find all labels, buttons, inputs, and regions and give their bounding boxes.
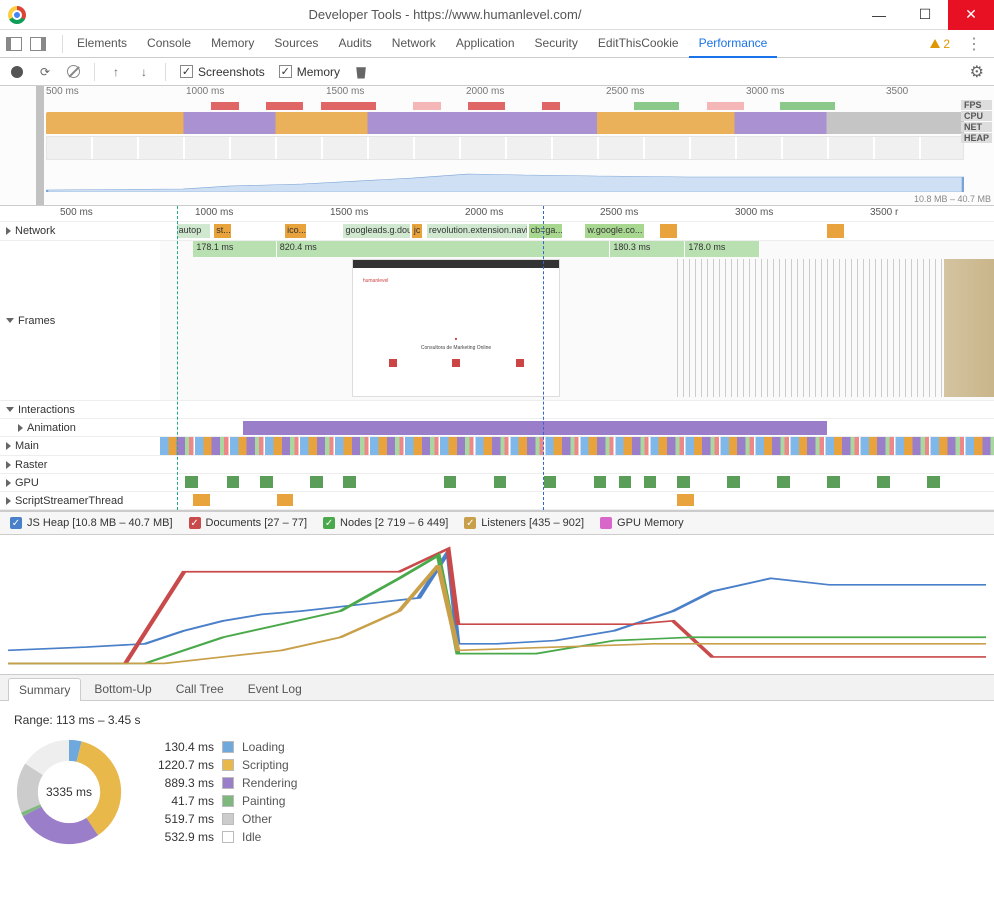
device-toggle-icon[interactable] [30,37,46,51]
memory-legend-item[interactable]: ✓Listeners [435 – 902] [464,517,584,529]
overview-pane[interactable]: 500 ms1000 ms1500 ms2000 ms2500 ms3000 m… [0,86,994,206]
network-request[interactable]: googleads.g.doubl [343,224,410,238]
window-title: Developer Tools - https://www.humanlevel… [34,7,856,22]
reload-button[interactable] [38,65,52,79]
overview-time-axis: 500 ms1000 ms1500 ms2000 ms2500 ms3000 m… [0,86,994,100]
tab-performance[interactable]: Performance [689,30,778,58]
record-button[interactable] [10,65,24,79]
frame-bar[interactable]: 180.3 ms [610,241,685,257]
frame-bar[interactable]: 178.0 ms [685,241,760,257]
clear-button[interactable] [66,65,80,79]
memory-chart[interactable] [0,535,994,675]
overview-lane-labels: FPSCPUNETHEAP [961,100,992,144]
network-request[interactable]: ico... [285,224,306,238]
tab-application[interactable]: Application [446,30,525,58]
details-tab-summary[interactable]: Summary [8,678,81,701]
flamechart-pane[interactable]: 500 ms1000 ms1500 ms2000 ms2500 ms3000 m… [0,206,994,511]
save-profile-button[interactable] [137,65,151,79]
frame-bar[interactable]: 178.1 ms [193,241,276,257]
memory-legend: ✓JS Heap [10.8 MB – 40.7 MB] ✓Documents [… [0,511,994,535]
minimize-button[interactable]: — [856,0,902,30]
network-request[interactable]: jc [412,224,422,238]
summary-legend-row: 532.9 msIdle [144,830,297,844]
network-request[interactable]: cb=ga... [529,224,562,238]
warning-count: 2 [943,37,950,51]
perf-toolbar: ✓ Screenshots ✓ Memory ⚙ [0,58,994,86]
overview-cpu-row [46,112,964,134]
details-tab-bottom-up[interactable]: Bottom-Up [83,677,162,700]
marker-fcp [177,206,178,510]
overview-fps-row [46,102,964,110]
network-request[interactable] [660,224,677,238]
flame-row-main: Main [0,437,994,456]
memory-legend-item[interactable]: ✓Nodes [2 719 – 6 449] [323,517,448,529]
flame-row-interactions: Interactions [0,401,994,419]
screenshots-checkbox[interactable]: ✓ [180,65,193,78]
tab-security[interactable]: Security [525,30,588,58]
overview-heap-range: 10.8 MB – 40.7 MB [914,194,991,204]
network-request[interactable]: st... [214,224,231,238]
warnings-indicator[interactable]: 2 [930,37,950,51]
chrome-icon [8,6,26,24]
flame-row-frames: Frames humanlevel ■ Consultora de Market… [0,241,994,401]
memory-legend-item[interactable]: GPU Memory [600,517,684,529]
network-request[interactable] [827,224,844,238]
network-request[interactable]: autop [177,224,210,238]
summary-range: Range: 113 ms – 3.45 s [14,713,980,727]
frame-grid [677,259,977,397]
load-profile-button[interactable] [109,65,123,79]
summary-legend: 130.4 msLoading 1220.7 msScripting 889.3 m… [144,740,297,844]
memory-checkbox[interactable]: ✓ [279,65,292,78]
memory-legend-item[interactable]: ✓Documents [27 – 77] [189,517,308,529]
tab-elements[interactable]: Elements [67,30,137,58]
inspect-icon[interactable] [6,37,22,51]
gc-button[interactable] [354,65,368,79]
summary-donut: 3335 ms [14,737,124,847]
summary-legend-row: 889.3 msRendering [144,776,297,790]
frame-bar[interactable]: 820.4 ms [277,241,611,257]
tab-audits[interactable]: Audits [328,30,381,58]
flame-row-script: ScriptStreamerThread [0,492,994,510]
overview-selection[interactable] [36,86,44,205]
network-request[interactable]: revolution.extension.navigat [427,224,527,238]
details-tab-call-tree[interactable]: Call Tree [165,677,235,700]
summary-panel: Range: 113 ms – 3.45 s 3335 ms 130.4 msL… [0,701,994,859]
summary-legend-row: 1220.7 msScripting [144,758,297,772]
tab-sources[interactable]: Sources [264,30,328,58]
settings-icon[interactable]: ⚙ [970,62,984,82]
more-menu-icon[interactable]: ⋮ [960,34,988,54]
summary-legend-row: 41.7 msPainting [144,794,297,808]
animation-bar[interactable] [243,421,827,435]
warning-icon [930,39,940,48]
tab-editthiscookie[interactable]: EditThisCookie [588,30,689,58]
flame-row-gpu: GPU [0,474,994,492]
details-tabs: SummaryBottom-UpCall TreeEvent Log [0,675,994,701]
summary-legend-row: 519.7 msOther [144,812,297,826]
flame-row-animation: Animation [0,419,994,437]
tab-network[interactable]: Network [382,30,446,58]
close-button[interactable]: ✕ [948,0,994,30]
screenshots-label: Screenshots [198,65,265,79]
flame-time-axis: 500 ms1000 ms1500 ms2000 ms2500 ms3000 m… [0,206,994,222]
frame-screenshot-late [944,259,994,397]
flame-row-raster: Raster [0,456,994,474]
tab-memory[interactable]: Memory [201,30,264,58]
memory-legend-item[interactable]: ✓JS Heap [10.8 MB – 40.7 MB] [10,517,173,529]
flame-row-network: Network autopst...ico...googleads.g.doub… [0,222,994,241]
window-titlebar: Developer Tools - https://www.humanlevel… [0,0,994,30]
frame-screenshot: humanlevel ■ Consultora de Marketing Onl… [352,259,561,397]
details-tab-event-log[interactable]: Event Log [237,677,313,700]
maximize-button[interactable]: ☐ [902,0,948,30]
devtools-tabs: ElementsConsoleMemorySourcesAuditsNetwor… [0,30,994,58]
summary-total: 3335 ms [46,785,92,799]
tab-console[interactable]: Console [137,30,201,58]
summary-legend-row: 130.4 msLoading [144,740,297,754]
overview-heap-row [46,164,964,192]
marker-load [543,206,544,510]
network-request[interactable]: w.google.co... [585,224,643,238]
memory-label: Memory [297,65,340,79]
overview-net-row [46,136,964,160]
